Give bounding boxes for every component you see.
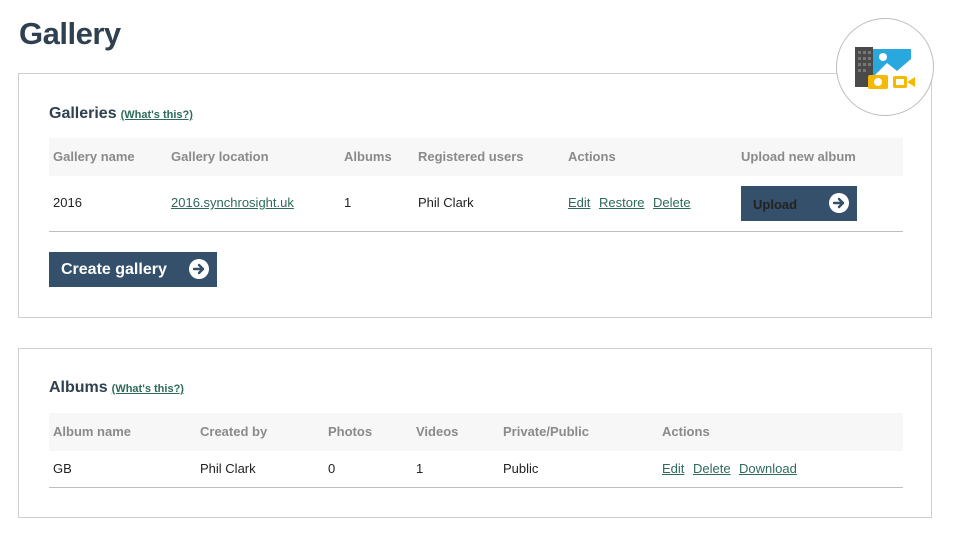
albums-heading: Albums (What's this?): [49, 379, 184, 396]
col-actions: Actions: [568, 149, 616, 164]
col-actions: Actions: [662, 424, 710, 439]
col-albums: Albums: [344, 149, 392, 164]
gallery-edit-link[interactable]: Edit: [568, 195, 590, 210]
arrow-right-icon: [189, 259, 209, 279]
table-row: GB Phil Clark 0 1 Public Edit Delete Dow…: [49, 451, 903, 488]
table-row: 2016 2016.synchrosight.uk 1 Phil Clark E…: [49, 176, 903, 232]
create-gallery-label: Create gallery: [61, 261, 167, 278]
col-gallery-name: Gallery name: [53, 149, 135, 164]
col-created-by: Created by: [200, 424, 268, 439]
albums-whats-this-link[interactable]: (What's this?): [112, 383, 184, 395]
album-videos-cell: 1: [416, 461, 424, 476]
col-photos: Photos: [328, 424, 373, 439]
galleries-whats-this-link[interactable]: (What's this?): [121, 109, 193, 121]
col-videos: Videos: [416, 424, 459, 439]
album-download-link[interactable]: Download: [739, 461, 797, 476]
album-name-cell: GB: [53, 461, 72, 476]
gallery-delete-link[interactable]: Delete: [653, 195, 691, 210]
galleries-heading: Galleries (What's this?): [49, 105, 193, 122]
gallery-name-cell: 2016: [53, 195, 82, 210]
album-edit-link[interactable]: Edit: [662, 461, 684, 476]
galleries-panel: Galleries (What's this?) Gallery name Gal…: [18, 73, 932, 318]
col-upload-new-album: Upload new album: [741, 149, 856, 164]
album-created-by-cell: Phil Clark: [200, 461, 256, 476]
album-visibility-cell: Public: [503, 461, 539, 476]
col-album-name: Album name: [53, 424, 132, 439]
gallery-location-link[interactable]: 2016.synchrosight.uk: [171, 195, 294, 210]
arrow-right-icon: [829, 193, 849, 213]
col-registered-users: Registered users: [418, 149, 524, 164]
upload-button-label: Upload: [753, 197, 798, 212]
albums-table-header: Album name Created by Photos Videos Priv…: [49, 413, 903, 451]
page-title: Gallery: [19, 16, 121, 51]
galleries-table-header: Gallery name Gallery location Albums Reg…: [49, 138, 903, 176]
create-gallery-button[interactable]: Create gallery: [49, 252, 217, 287]
gallery-users-cell: Phil Clark: [418, 195, 474, 210]
col-private-public: Private/Public: [503, 424, 589, 439]
col-gallery-location: Gallery location: [171, 149, 269, 164]
album-delete-link[interactable]: Delete: [693, 461, 731, 476]
gallery-restore-link[interactable]: Restore: [599, 195, 645, 210]
gallery-logo-icon: [836, 18, 934, 116]
gallery-albums-cell: 1: [344, 195, 352, 210]
upload-button[interactable]: Upload: [741, 186, 857, 221]
album-photos-cell: 0: [328, 461, 336, 476]
albums-panel: Albums (What's this?) Album name Created …: [18, 348, 932, 518]
